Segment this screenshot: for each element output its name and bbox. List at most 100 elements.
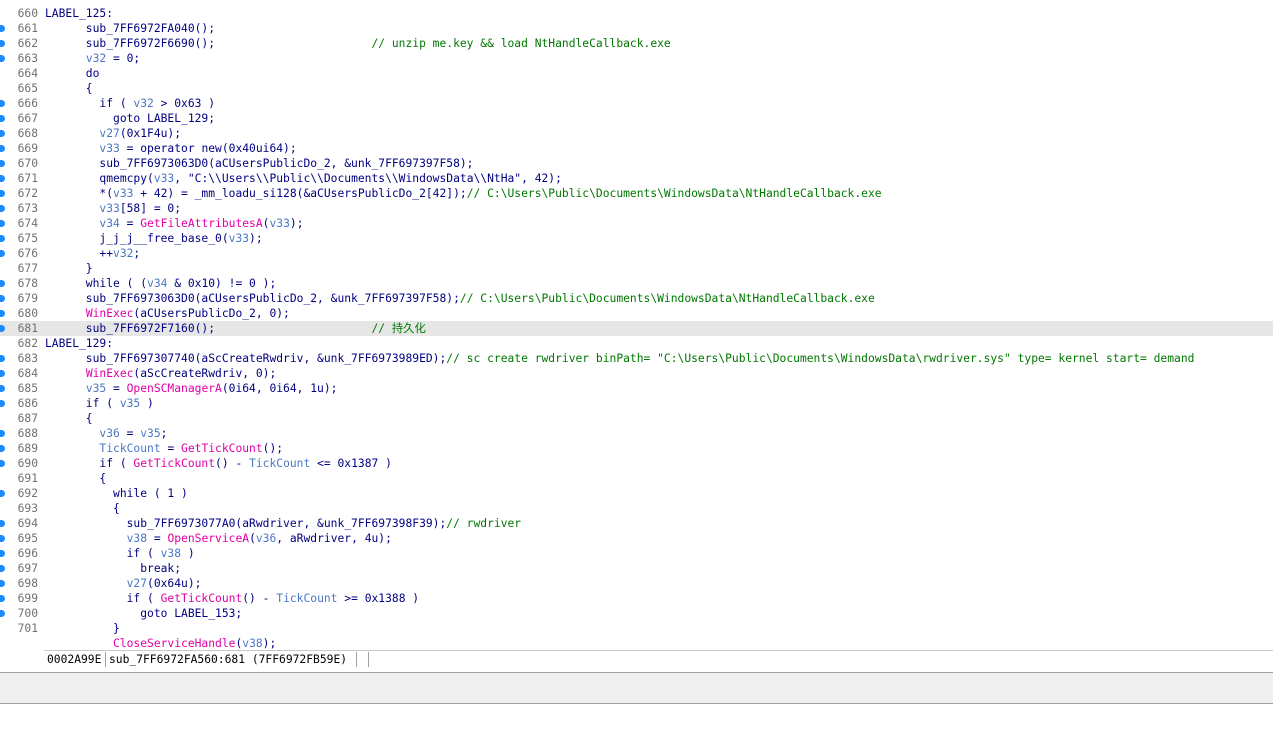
breakpoint-marker-icon[interactable] [0, 445, 5, 452]
code-line[interactable]: 677 } [0, 261, 1273, 276]
code-text[interactable]: v33[58] = 0; [45, 201, 181, 216]
code-line[interactable]: 682 LABEL_129: [0, 336, 1273, 351]
code-text[interactable]: v38 = OpenServiceA(v36, aRwdriver, 4u); [45, 531, 392, 546]
code-line[interactable]: 696 if ( v38 ) [0, 546, 1273, 561]
code-line[interactable]: 674 v34 = GetFileAttributesA(v33); [0, 216, 1273, 231]
code-line[interactable]: 700 goto LABEL_153; [0, 606, 1273, 621]
breakpoint-marker-icon[interactable] [0, 370, 5, 377]
code-text[interactable]: do [45, 66, 100, 81]
code-text[interactable]: { [45, 501, 120, 516]
breakpoint-marker-icon[interactable] [0, 565, 5, 572]
code-text[interactable]: v32 = 0; [45, 51, 140, 66]
breakpoint-marker-icon[interactable] [0, 175, 5, 182]
breakpoint-marker-icon[interactable] [0, 550, 5, 557]
code-text[interactable]: v27(0x1F4u); [45, 126, 181, 141]
code-line[interactable]: 670 sub_7FF6973063D0(aCUsersPublicDo_2, … [0, 156, 1273, 171]
code-line[interactable]: 673 v33[58] = 0; [0, 201, 1273, 216]
code-text[interactable]: } [45, 621, 120, 636]
code-line[interactable]: 665 { [0, 81, 1273, 96]
code-text[interactable]: CloseServiceHandle(v38); [45, 636, 276, 650]
code-text[interactable]: v36 = v35; [45, 426, 167, 441]
breakpoint-marker-icon[interactable] [0, 235, 5, 242]
code-line[interactable]: 684 WinExec(aScCreateRwdriv, 0); [0, 366, 1273, 381]
code-text[interactable]: { [45, 81, 93, 96]
code-line[interactable]: 691 { [0, 471, 1273, 486]
code-text[interactable]: if ( v38 ) [45, 546, 195, 561]
breakpoint-marker-icon[interactable] [0, 325, 5, 332]
code-text[interactable]: TickCount = GetTickCount(); [45, 441, 283, 456]
code-line[interactable]: CloseServiceHandle(v38); [0, 636, 1273, 650]
code-text[interactable]: sub_7FF6972F6690(); // unzip me.key && l… [45, 36, 671, 51]
breakpoint-marker-icon[interactable] [0, 160, 5, 167]
code-text[interactable]: LABEL_125: [45, 6, 113, 21]
code-text[interactable]: { [45, 471, 106, 486]
code-line[interactable]: 701 } [0, 621, 1273, 636]
code-line[interactable]: 698 v27(0x64u); [0, 576, 1273, 591]
code-text[interactable]: { [45, 411, 93, 426]
code-line[interactable]: 686 if ( v35 ) [0, 396, 1273, 411]
code-text[interactable]: LABEL_129: [45, 336, 113, 351]
code-line[interactable]: 699 if ( GetTickCount() - TickCount >= 0… [0, 591, 1273, 606]
code-line[interactable]: 663 v32 = 0; [0, 51, 1273, 66]
breakpoint-marker-icon[interactable] [0, 295, 5, 302]
pseudocode-editor[interactable]: 660 LABEL_125: 661 sub_7FF6972FA040(); 662 … [0, 0, 1273, 650]
code-line[interactable]: 678 while ( (v34 & 0x10) != 0 ); [0, 276, 1273, 291]
breakpoint-marker-icon[interactable] [0, 220, 5, 227]
breakpoint-marker-icon[interactable] [0, 535, 5, 542]
breakpoint-marker-icon[interactable] [0, 145, 5, 152]
breakpoint-marker-icon[interactable] [0, 115, 5, 122]
breakpoint-marker-icon[interactable] [0, 490, 5, 497]
code-text[interactable]: while ( 1 ) [45, 486, 188, 501]
breakpoint-marker-icon[interactable] [0, 610, 5, 617]
code-text[interactable]: sub_7FF697307740(aScCreateRwdriv, &unk_7… [45, 351, 1195, 366]
code-text[interactable]: while ( (v34 & 0x10) != 0 ); [45, 276, 276, 291]
code-line[interactable]: 697 break; [0, 561, 1273, 576]
code-line[interactable]: 671 qmemcpy(v33, "C:\\Users\\Public\\Doc… [0, 171, 1273, 186]
code-line[interactable]: 689 TickCount = GetTickCount(); [0, 441, 1273, 456]
code-text[interactable]: if ( v35 ) [45, 396, 154, 411]
code-text[interactable]: qmemcpy(v33, "C:\\Users\\Public\\Documen… [45, 171, 562, 186]
code-line[interactable]: 695 v38 = OpenServiceA(v36, aRwdriver, 4… [0, 531, 1273, 546]
breakpoint-marker-icon[interactable] [0, 430, 5, 437]
breakpoint-marker-icon[interactable] [0, 100, 5, 107]
breakpoint-marker-icon[interactable] [0, 130, 5, 137]
code-line[interactable]: 675 j_j_j__free_base_0(v33); [0, 231, 1273, 246]
code-line[interactable]: 661 sub_7FF6972FA040(); [0, 21, 1273, 36]
code-text[interactable]: WinExec(aScCreateRwdriv, 0); [45, 366, 276, 381]
code-text[interactable]: v33 = operator new(0x40ui64); [45, 141, 296, 156]
breakpoint-marker-icon[interactable] [0, 40, 5, 47]
breakpoint-marker-icon[interactable] [0, 460, 5, 467]
code-line[interactable]: 660 LABEL_125: [0, 6, 1273, 21]
code-text[interactable]: } [45, 261, 93, 276]
code-line[interactable]: 666 if ( v32 > 0x63 ) [0, 96, 1273, 111]
code-line[interactable]: 680 WinExec(aCUsersPublicDo_2, 0); [0, 306, 1273, 321]
code-text[interactable]: if ( v32 > 0x63 ) [45, 96, 215, 111]
code-text[interactable]: if ( GetTickCount() - TickCount <= 0x138… [45, 456, 392, 471]
code-line[interactable]: 688 v36 = v35; [0, 426, 1273, 441]
code-line[interactable]: 690 if ( GetTickCount() - TickCount <= 0… [0, 456, 1273, 471]
code-text[interactable]: j_j_j__free_base_0(v33); [45, 231, 262, 246]
code-line[interactable]: 692 while ( 1 ) [0, 486, 1273, 501]
code-text[interactable]: goto LABEL_153; [45, 606, 242, 621]
code-line[interactable]: 669 v33 = operator new(0x40ui64); [0, 141, 1273, 156]
code-text[interactable]: v35 = OpenSCManagerA(0i64, 0i64, 1u); [45, 381, 338, 396]
breakpoint-marker-icon[interactable] [0, 55, 5, 62]
code-text[interactable]: sub_7FF6973063D0(aCUsersPublicDo_2, &unk… [45, 156, 473, 171]
code-line[interactable]: 679 sub_7FF6973063D0(aCUsersPublicDo_2, … [0, 291, 1273, 306]
code-text[interactable]: sub_7FF6972F7160(); // 持久化 [45, 321, 426, 336]
code-line[interactable]: 662 sub_7FF6972F6690(); // unzip me.key … [0, 36, 1273, 51]
code-text[interactable]: sub_7FF6973077A0(aRwdriver, &unk_7FF6973… [45, 516, 522, 531]
breakpoint-marker-icon[interactable] [0, 595, 5, 602]
breakpoint-marker-icon[interactable] [0, 250, 5, 257]
code-text[interactable]: sub_7FF6973063D0(aCUsersPublicDo_2, &unk… [45, 291, 875, 306]
code-line[interactable]: 683 sub_7FF697307740(aScCreateRwdriv, &u… [0, 351, 1273, 366]
code-line[interactable]: 694 sub_7FF6973077A0(aRwdriver, &unk_7FF… [0, 516, 1273, 531]
breakpoint-marker-icon[interactable] [0, 310, 5, 317]
code-text[interactable]: goto LABEL_129; [45, 111, 215, 126]
breakpoint-marker-icon[interactable] [0, 520, 5, 527]
breakpoint-marker-icon[interactable] [0, 190, 5, 197]
code-text[interactable]: break; [45, 561, 181, 576]
code-line[interactable]: 667 goto LABEL_129; [0, 111, 1273, 126]
breakpoint-marker-icon[interactable] [0, 205, 5, 212]
code-line[interactable]: 664 do [0, 66, 1273, 81]
